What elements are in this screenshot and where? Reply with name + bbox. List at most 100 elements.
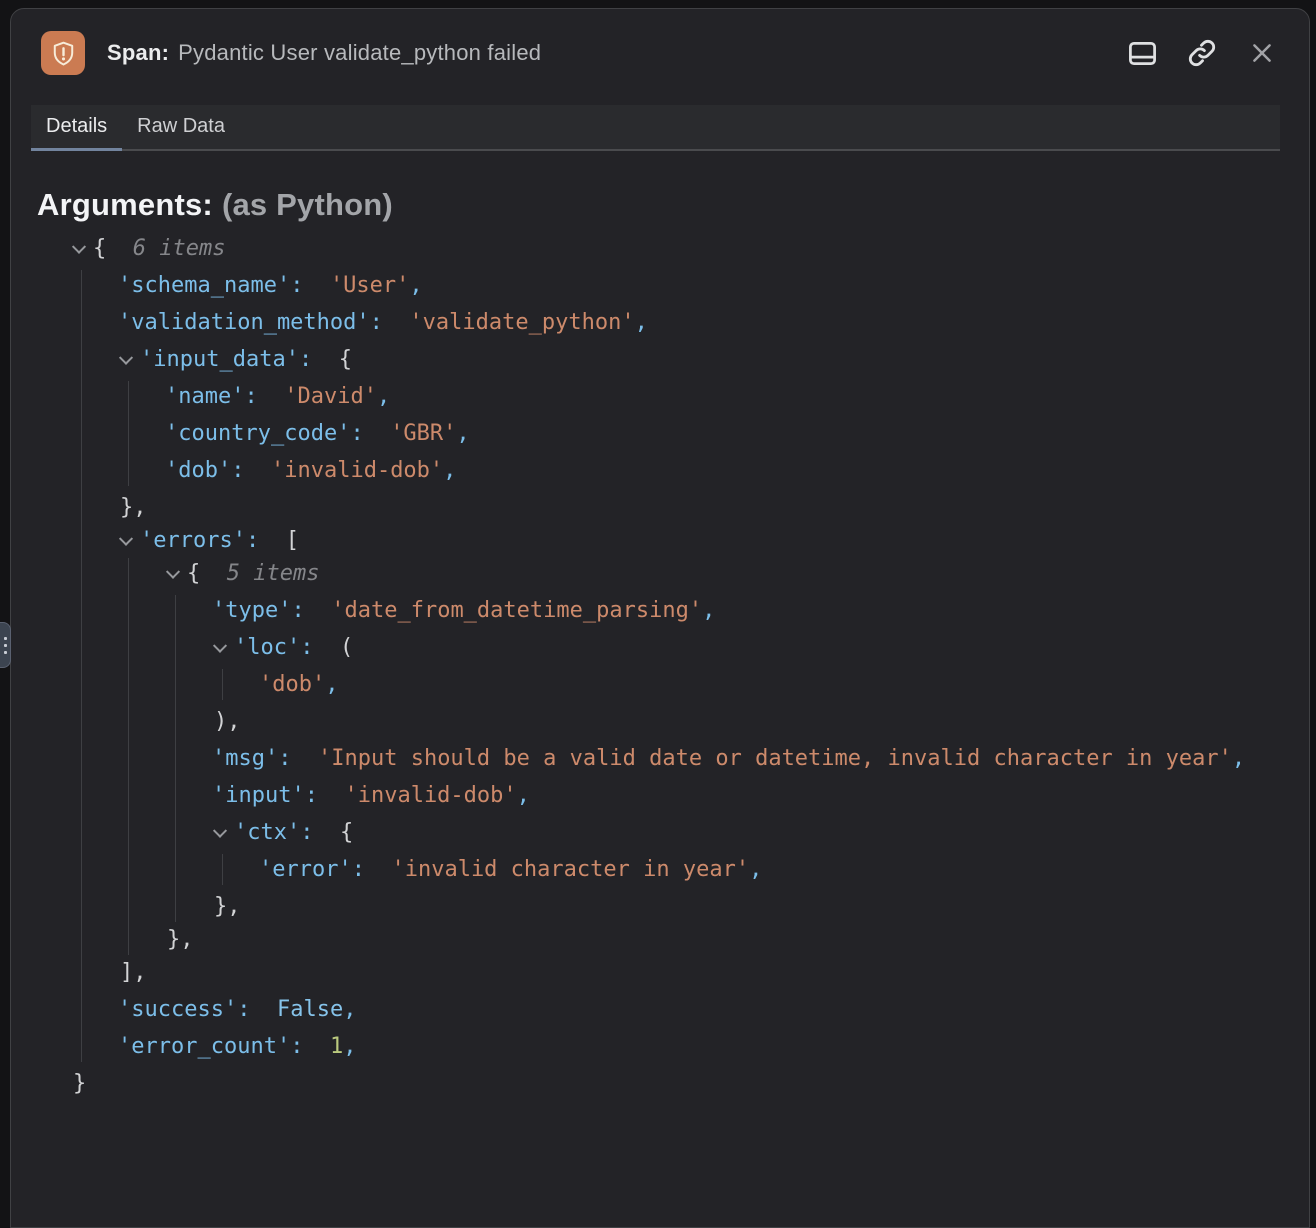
token-p: ,: [343, 1031, 356, 1062]
token-w: [313, 632, 340, 663]
token-s: 'invalid-dob': [271, 455, 443, 486]
tree-row: }: [71, 1068, 1283, 1099]
panel-resize-handle[interactable]: [0, 622, 11, 668]
tree-row: 'errors': [: [118, 525, 1283, 556]
arguments-json-tree: { 6 items 'schema_name': 'User', 'validati…: [37, 233, 1283, 1099]
token-w: [318, 780, 345, 811]
token-n: 1: [330, 1031, 343, 1062]
token-p: :: [278, 743, 291, 774]
token-w: [106, 233, 133, 264]
tree-row: 'type': 'date_from_datetime_parsing',: [212, 595, 1283, 626]
token-p: ,: [377, 381, 390, 412]
token-b: {: [93, 233, 106, 264]
token-b: },: [167, 924, 194, 955]
tree-row: 'error': 'invalid character in year',: [259, 854, 1283, 885]
tree-row: { 5 items: [165, 558, 1283, 589]
tree-row: 'schema_name': 'User',: [118, 270, 1283, 301]
collapse-chevron-icon[interactable]: [212, 817, 234, 848]
tab-raw-data[interactable]: Raw Data: [122, 105, 240, 151]
token-s: 'David': [284, 381, 377, 412]
tab-bar: Details Raw Data: [31, 105, 1280, 151]
collapse-chevron-icon[interactable]: [71, 233, 93, 264]
collapse-chevron-icon[interactable]: [118, 525, 140, 556]
shield-alert-icon: [41, 31, 85, 75]
token-k: 'errors': [140, 525, 246, 556]
token-k: 'error': [259, 854, 352, 885]
token-k: 'loc': [234, 632, 300, 663]
close-icon[interactable]: [1245, 36, 1279, 70]
token-p: :: [246, 525, 259, 556]
token-p: ,: [1232, 743, 1245, 774]
span-detail-panel: Span:Pydantic User validate_python faile…: [10, 8, 1310, 1228]
tab-details[interactable]: Details: [31, 105, 122, 151]
collapse-chevron-icon[interactable]: [165, 558, 187, 589]
token-b: {: [340, 817, 353, 848]
token-s: 'Input should be a valid date or datetim…: [318, 743, 1232, 774]
token-p: :: [231, 455, 244, 486]
token-p: :: [291, 595, 304, 626]
tree-row: },: [118, 492, 1283, 523]
token-s: 'date_from_datetime_parsing': [331, 595, 702, 626]
token-b: {: [187, 558, 200, 589]
token-k: 'dob': [165, 455, 231, 486]
token-kw: False: [277, 994, 343, 1025]
span-type-label: Span:: [107, 40, 169, 65]
arguments-heading: Arguments:(as Python): [37, 187, 1283, 223]
token-s: 'validate_python': [409, 307, 634, 338]
token-w: [258, 381, 285, 412]
header-actions: [1125, 36, 1279, 70]
token-m: 5 items: [227, 558, 320, 589]
token-s: 'invalid character in year': [391, 854, 749, 885]
token-s: 'dob': [259, 669, 325, 700]
token-p: ,: [517, 780, 530, 811]
token-k: 'error_count': [118, 1031, 290, 1062]
tree-row: 'dob',: [259, 669, 1283, 700]
token-p: :: [290, 1031, 303, 1062]
tree-row: },: [212, 891, 1283, 922]
token-p: :: [300, 817, 313, 848]
token-p: ,: [325, 669, 338, 700]
token-w: [303, 270, 330, 301]
token-k: 'name': [165, 381, 244, 412]
dock-bottom-icon[interactable]: [1125, 36, 1159, 70]
link-icon[interactable]: [1185, 36, 1219, 70]
tree-row: },: [165, 924, 1283, 955]
indent-guide-group: 'schema_name': 'User', 'validation_method…: [81, 270, 1283, 1062]
collapse-chevron-icon[interactable]: [118, 344, 140, 375]
token-w: [305, 595, 332, 626]
token-b: {: [339, 344, 352, 375]
tree-row: 'error_count': 1,: [118, 1031, 1283, 1062]
indent-guide-group: { 5 items 'type': 'date_from_datetime_par…: [128, 558, 1283, 955]
token-w: [364, 418, 391, 449]
tree-row: 'input': 'invalid-dob',: [212, 780, 1283, 811]
tree-row: 'validation_method': 'validate_python',: [118, 307, 1283, 338]
token-w: [312, 344, 339, 375]
span-title: Span:Pydantic User validate_python faile…: [107, 40, 1125, 66]
token-b: (: [340, 632, 353, 663]
token-p: :: [290, 270, 303, 301]
token-k: 'country_code': [165, 418, 350, 449]
token-p: ,: [456, 418, 469, 449]
indent-guide-group: 'dob',: [222, 669, 1283, 700]
token-w: [250, 994, 277, 1025]
token-k: 'schema_name': [118, 270, 290, 301]
token-s: 'GBR': [390, 418, 456, 449]
token-k: 'ctx': [234, 817, 300, 848]
token-b: [: [286, 525, 299, 556]
tree-row: 'loc': (: [212, 632, 1283, 663]
token-w: [383, 307, 410, 338]
token-m: 6 items: [133, 233, 226, 264]
token-p: :: [370, 307, 383, 338]
token-b: ],: [120, 957, 147, 988]
token-p: ,: [702, 595, 715, 626]
token-p: ,: [409, 270, 422, 301]
token-b: }: [73, 1068, 86, 1099]
token-p: ,: [343, 994, 356, 1025]
collapse-chevron-icon[interactable]: [212, 632, 234, 663]
arguments-heading-text: Arguments:: [37, 187, 213, 222]
indent-guide-group: 'name': 'David','country_code': 'GBR','d…: [128, 381, 1283, 486]
token-w: [200, 558, 227, 589]
token-p: :: [352, 854, 365, 885]
token-k: 'validation_method': [118, 307, 370, 338]
token-p: :: [305, 780, 318, 811]
